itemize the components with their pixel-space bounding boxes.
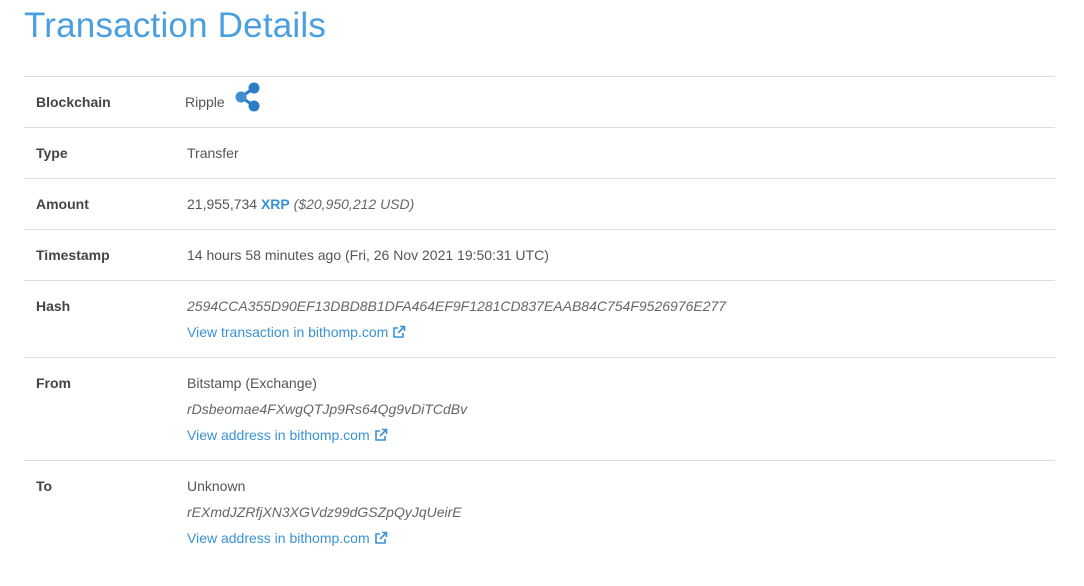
to-label: To — [36, 478, 53, 494]
to-value-cell: Unknown rEXmdJZRfjXN3XGVdz99dGSZpQyJqUei… — [187, 473, 462, 571]
external-link-icon — [374, 527, 388, 553]
row-timestamp: Timestamp 14 hours 58 minutes ago (Fri, … — [24, 230, 1055, 281]
type-value: Transfer — [187, 145, 239, 161]
amount-value: 21,955,734 — [187, 196, 258, 212]
row-blockchain: Blockchain Ripple — [24, 77, 1055, 128]
view-from-address-link-text: View address in bithomp.com — [187, 427, 370, 443]
row-amount: Amount 21,955,734 XRP ($20,950,212 USD) — [24, 179, 1055, 230]
timestamp-value: 14 hours 58 minutes ago (Fri, 26 Nov 202… — [187, 247, 549, 263]
to-owner: Unknown — [187, 478, 246, 494]
amount-usd: ($20,950,212 USD) — [293, 196, 415, 212]
from-address: rDsbeomae4FXwgQTJp9Rs64Qg9vDiTCdBv — [187, 401, 468, 417]
view-from-address-link[interactable]: View address in bithomp.com — [187, 427, 388, 443]
view-transaction-link[interactable]: View transaction in bithomp.com — [187, 324, 406, 340]
currency-link[interactable]: XRP — [261, 196, 290, 212]
from-owner: Bitstamp (Exchange) — [187, 375, 317, 391]
row-to: To Unknown rEXmdJZRfjXN3XGVdz99dGSZpQyJq… — [24, 461, 1055, 571]
row-from: From Bitstamp (Exchange) rDsbeomae4FXwgQ… — [24, 358, 1055, 461]
from-label: From — [36, 375, 71, 391]
details-table: Blockchain Ripple Type Transfer Amount 2… — [24, 76, 1055, 571]
hash-value: 2594CCA355D90EF13DBD8B1DFA464EF9F1281CD8… — [187, 298, 727, 314]
type-label: Type — [36, 145, 68, 161]
view-to-address-link[interactable]: View address in bithomp.com — [187, 530, 388, 546]
view-transaction-link-text: View transaction in bithomp.com — [187, 324, 389, 340]
view-to-address-link-text: View address in bithomp.com — [187, 530, 370, 546]
timestamp-label: Timestamp — [36, 247, 110, 263]
ripple-logo-icon — [233, 82, 263, 117]
amount-label: Amount — [36, 196, 89, 212]
blockchain-value-cell: Ripple — [185, 82, 263, 117]
page-title: Transaction Details — [24, 6, 327, 45]
hash-value-cell: 2594CCA355D90EF13DBD8B1DFA464EF9F1281CD8… — [187, 293, 726, 357]
from-value-cell: Bitstamp (Exchange) rDsbeomae4FXwgQTJp9R… — [187, 370, 467, 460]
external-link-icon — [392, 321, 406, 347]
external-link-icon — [374, 424, 388, 450]
amount-value-cell: 21,955,734 XRP ($20,950,212 USD) — [187, 194, 414, 214]
row-hash: Hash 2594CCA355D90EF13DBD8B1DFA464EF9F12… — [24, 281, 1055, 358]
blockchain-label: Blockchain — [36, 94, 111, 110]
transaction-details-page: Transaction Details Blockchain Ripple Ty — [0, 0, 1084, 586]
blockchain-value: Ripple — [185, 94, 225, 110]
to-address: rEXmdJZRfjXN3XGVdz99dGSZpQyJqUeirE — [187, 504, 462, 520]
row-type: Type Transfer — [24, 128, 1055, 179]
hash-label: Hash — [36, 298, 71, 314]
